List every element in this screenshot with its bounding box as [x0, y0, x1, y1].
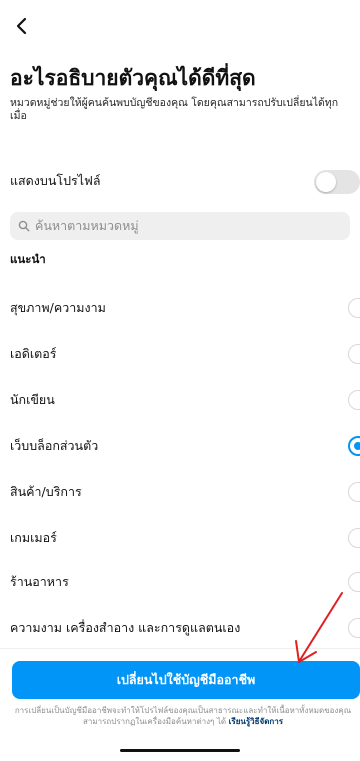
category-search-input[interactable]: ค้นหาตามหมวดหมู่: [10, 212, 350, 240]
back-button[interactable]: [10, 14, 34, 38]
category-list: สุขภาพ/ความงาม เอดิเตอร์ นักเขียน เว็บบล…: [0, 286, 360, 644]
search-placeholder: ค้นหาตามหมวดหมู่: [35, 218, 139, 233]
category-label: สุขภาพ/ความงาม: [10, 300, 106, 315]
category-item[interactable]: สุขภาพ/ความงาม: [10, 286, 360, 330]
page-title: อะไรอธิบายตัวคุณได้ดีที่สุด: [10, 66, 256, 90]
learn-how-link[interactable]: เรียนรู้วิธีจัดการ: [229, 717, 283, 726]
category-item[interactable]: เกมเมอร์: [10, 516, 360, 560]
section-label-suggested: แนะนำ: [10, 252, 46, 266]
category-label: ความงาม เครื่องสำอาง และการดูแลตนเอง: [10, 620, 241, 635]
category-item[interactable]: สินค้า/บริการ: [10, 470, 360, 514]
category-radio[interactable]: [348, 344, 360, 364]
category-label: สินค้า/บริการ: [10, 484, 82, 499]
category-radio[interactable]: [348, 482, 360, 502]
home-indicator: [120, 749, 240, 752]
category-radio[interactable]: [348, 528, 360, 548]
footnote: การเปลี่ยนเป็นบัญชีมืออาชีพจะทำให้โปรไฟล…: [6, 705, 360, 727]
category-item[interactable]: เว็บบล็อกส่วนตัว: [10, 424, 360, 468]
category-label: ร้านอาหาร: [10, 574, 69, 589]
category-radio[interactable]: [348, 390, 360, 410]
category-label: เอดิเตอร์: [10, 346, 57, 361]
category-item[interactable]: ร้านอาหาร: [10, 560, 360, 604]
search-icon: [18, 220, 30, 232]
category-label: นักเขียน: [10, 392, 55, 407]
category-item[interactable]: เอดิเตอร์: [10, 332, 360, 376]
chevron-left-icon: [16, 17, 27, 35]
category-radio[interactable]: [348, 572, 360, 592]
show-on-profile-label: แสดงบนโปรไฟล์: [10, 173, 101, 188]
category-radio[interactable]: [348, 618, 360, 638]
category-label: เกมเมอร์: [10, 530, 57, 545]
category-radio[interactable]: [348, 298, 360, 318]
switch-to-professional-button[interactable]: เปลี่ยนไปใช้บัญชีมืออาชีพ: [12, 661, 360, 699]
category-label: เว็บบล็อกส่วนตัว: [10, 438, 99, 453]
toggle-knob: [316, 172, 336, 192]
footer-divider: [0, 648, 360, 649]
show-on-profile-toggle[interactable]: [314, 170, 360, 194]
footnote-text: การเปลี่ยนเป็นบัญชีมืออาชีพจะทำให้โปรไฟล…: [14, 706, 352, 726]
show-on-profile-row: แสดงบนโปรไฟล์: [10, 166, 360, 196]
category-radio[interactable]: [348, 436, 360, 456]
page-subtitle: หมวดหมู่ช่วยให้ผู้คนค้นพบบัญชีของคุณ โดย…: [10, 97, 339, 122]
category-item[interactable]: นักเขียน: [10, 378, 360, 422]
category-item[interactable]: ความงาม เครื่องสำอาง และการดูแลตนเอง: [10, 606, 360, 644]
